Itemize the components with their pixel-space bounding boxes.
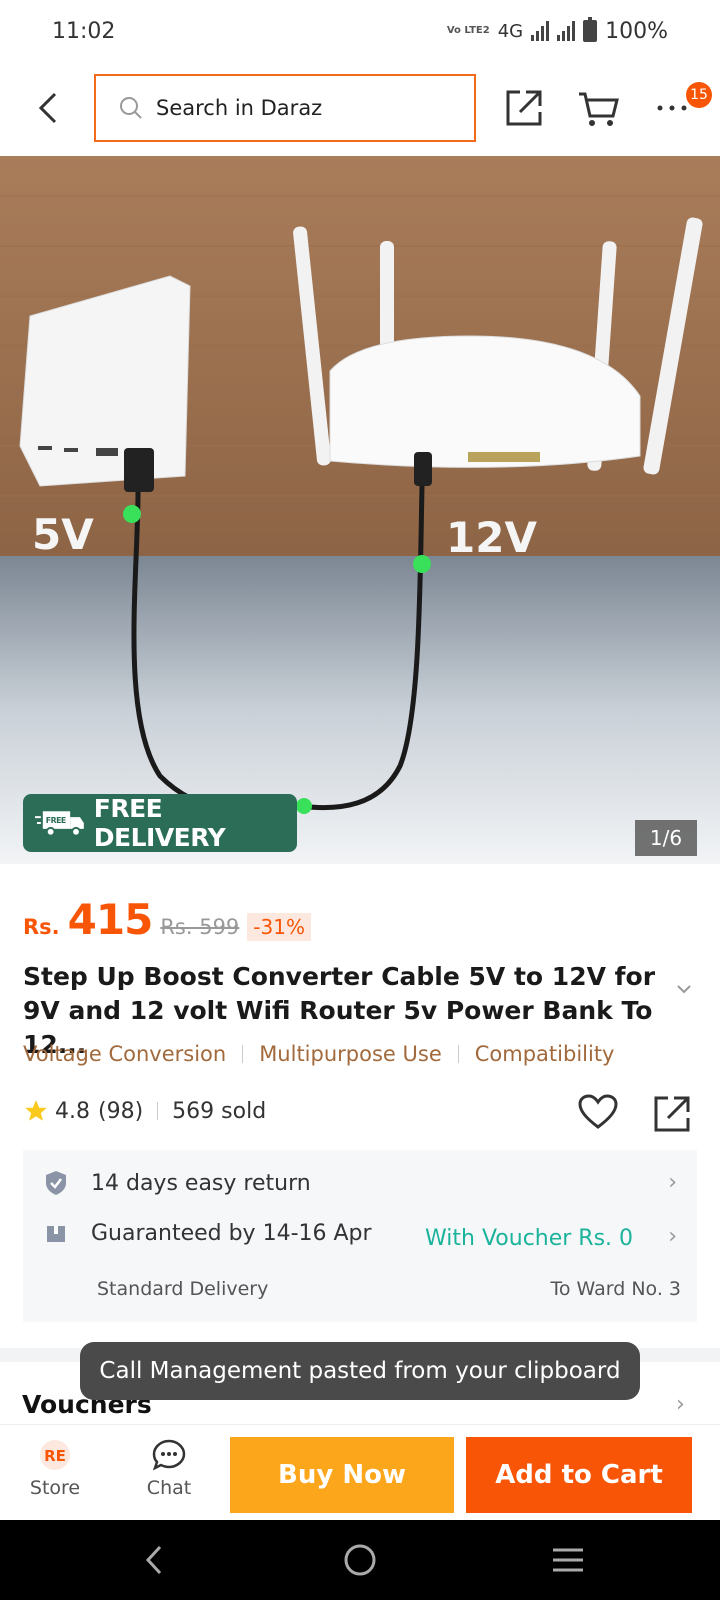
free-delivery-badge: FREE FREE DELIVERY: [23, 794, 297, 852]
battery-level: 100%: [605, 18, 668, 44]
package-icon: [43, 1220, 69, 1246]
nav-home-button[interactable]: [336, 1538, 384, 1582]
delivery-chevron-icon[interactable]: ›: [668, 1224, 677, 1249]
nav-recents-button[interactable]: [544, 1538, 592, 1582]
back-arrow-icon: [38, 92, 57, 124]
network-type: 4G: [497, 20, 524, 42]
chat-button[interactable]: Chat: [134, 1439, 204, 1499]
search-placeholder: Search in Daraz: [156, 96, 323, 120]
delivery-location: To Ward No. 3: [550, 1278, 681, 1300]
price-row: Rs. 415 Rs. 599 -31%: [23, 895, 311, 944]
rating-row[interactable]: 4.8 (98) 569 sold: [23, 1098, 266, 1124]
system-navigation-bar: [0, 1520, 720, 1600]
status-icons: Vo LTE2 4G 100%: [446, 17, 668, 44]
status-bar: 11:02 Vo LTE2 4G 100%: [0, 0, 720, 62]
share-button[interactable]: [502, 86, 546, 130]
add-to-cart-button[interactable]: Add to Cart: [466, 1437, 692, 1513]
more-dots-icon: [657, 105, 687, 111]
sold-count: 569 sold: [172, 1098, 267, 1124]
wishlist-heart-icon[interactable]: [578, 1094, 618, 1130]
bottom-action-bar: RE Store Chat Buy Now Add to Cart: [0, 1424, 720, 1520]
clipboard-toast: Call Management pasted from your clipboa…: [80, 1342, 640, 1400]
nav-home-icon: [344, 1544, 376, 1576]
delivery-row[interactable]: Guaranteed by 14-16 Apr: [43, 1220, 372, 1246]
expand-title-icon[interactable]: [676, 984, 692, 994]
nav-back-icon: [145, 1545, 162, 1575]
currency: Rs.: [23, 915, 60, 939]
service-info-box: 14 days easy return › Guaranteed by 14-1…: [23, 1150, 697, 1322]
truck-free-text: FREE: [46, 816, 66, 825]
rating-separator: [157, 1102, 159, 1120]
tag-multipurpose-use[interactable]: Multipurpose Use: [259, 1042, 442, 1066]
share-icon: [506, 90, 542, 126]
status-time: 11:02: [52, 18, 116, 44]
return-text: 14 days easy return: [91, 1170, 311, 1196]
discount-badge: -31%: [247, 913, 311, 941]
store-logo-text: RE: [44, 1447, 66, 1465]
rating-value: 4.8: [55, 1098, 90, 1124]
nav-back-button[interactable]: [130, 1538, 178, 1582]
label-5v: 5V: [32, 510, 94, 559]
tag-compatibility[interactable]: Compatibility: [475, 1042, 615, 1066]
delivery-text: Guaranteed by 14-16 Apr: [91, 1220, 372, 1246]
shield-check-icon: [43, 1170, 69, 1196]
star-icon: [25, 1100, 47, 1121]
tag-separator: [457, 1045, 459, 1063]
store-button[interactable]: RE Store: [20, 1439, 90, 1499]
top-header: Search in Daraz: [0, 62, 720, 154]
cart-button[interactable]: [576, 86, 620, 130]
back-button[interactable]: [28, 88, 68, 128]
search-input[interactable]: Search in Daraz: [94, 74, 476, 142]
product-tags: Voltage Conversion Multipurpose Use Comp…: [23, 1042, 614, 1066]
battery-icon: [583, 17, 598, 42]
delivery-truck-icon: FREE: [35, 811, 84, 837]
cart-count-badge: 15: [686, 82, 712, 108]
free-delivery-label: FREE DELIVERY: [93, 794, 226, 852]
return-chevron-icon[interactable]: ›: [668, 1170, 677, 1195]
volte-icon: Vo LTE2: [446, 25, 490, 36]
cart-icon: [579, 92, 619, 126]
product-share-icon[interactable]: [652, 1094, 692, 1134]
tag-separator: [242, 1045, 244, 1063]
voucher-value[interactable]: With Voucher Rs. 0: [425, 1226, 633, 1251]
original-price: Rs. 599: [160, 915, 240, 939]
delivery-type: Standard Delivery: [97, 1278, 269, 1300]
tag-voltage-conversion[interactable]: Voltage Conversion: [23, 1042, 226, 1066]
signal-icon: [531, 21, 550, 41]
product-photo: 5V 12V: [0, 156, 720, 864]
current-price: 415: [67, 895, 154, 944]
chat-label: Chat: [146, 1477, 192, 1499]
review-count: (98): [98, 1098, 144, 1124]
store-logo-icon: RE: [40, 1440, 70, 1470]
search-icon: [120, 97, 142, 119]
buy-now-button[interactable]: Buy Now: [230, 1437, 454, 1513]
image-counter: 1/6: [635, 820, 697, 856]
label-12v: 12V: [446, 513, 537, 562]
signal-icon-2: [557, 21, 576, 41]
chat-icon: [152, 1439, 186, 1471]
vouchers-chevron-icon[interactable]: ›: [676, 1392, 685, 1417]
return-policy-row[interactable]: 14 days easy return: [43, 1170, 311, 1196]
nav-menu-icon: [553, 1548, 583, 1572]
store-label: Store: [29, 1477, 81, 1499]
product-image-carousel[interactable]: 5V 12V FREE FREE DELIVERY 1/6: [0, 156, 720, 864]
